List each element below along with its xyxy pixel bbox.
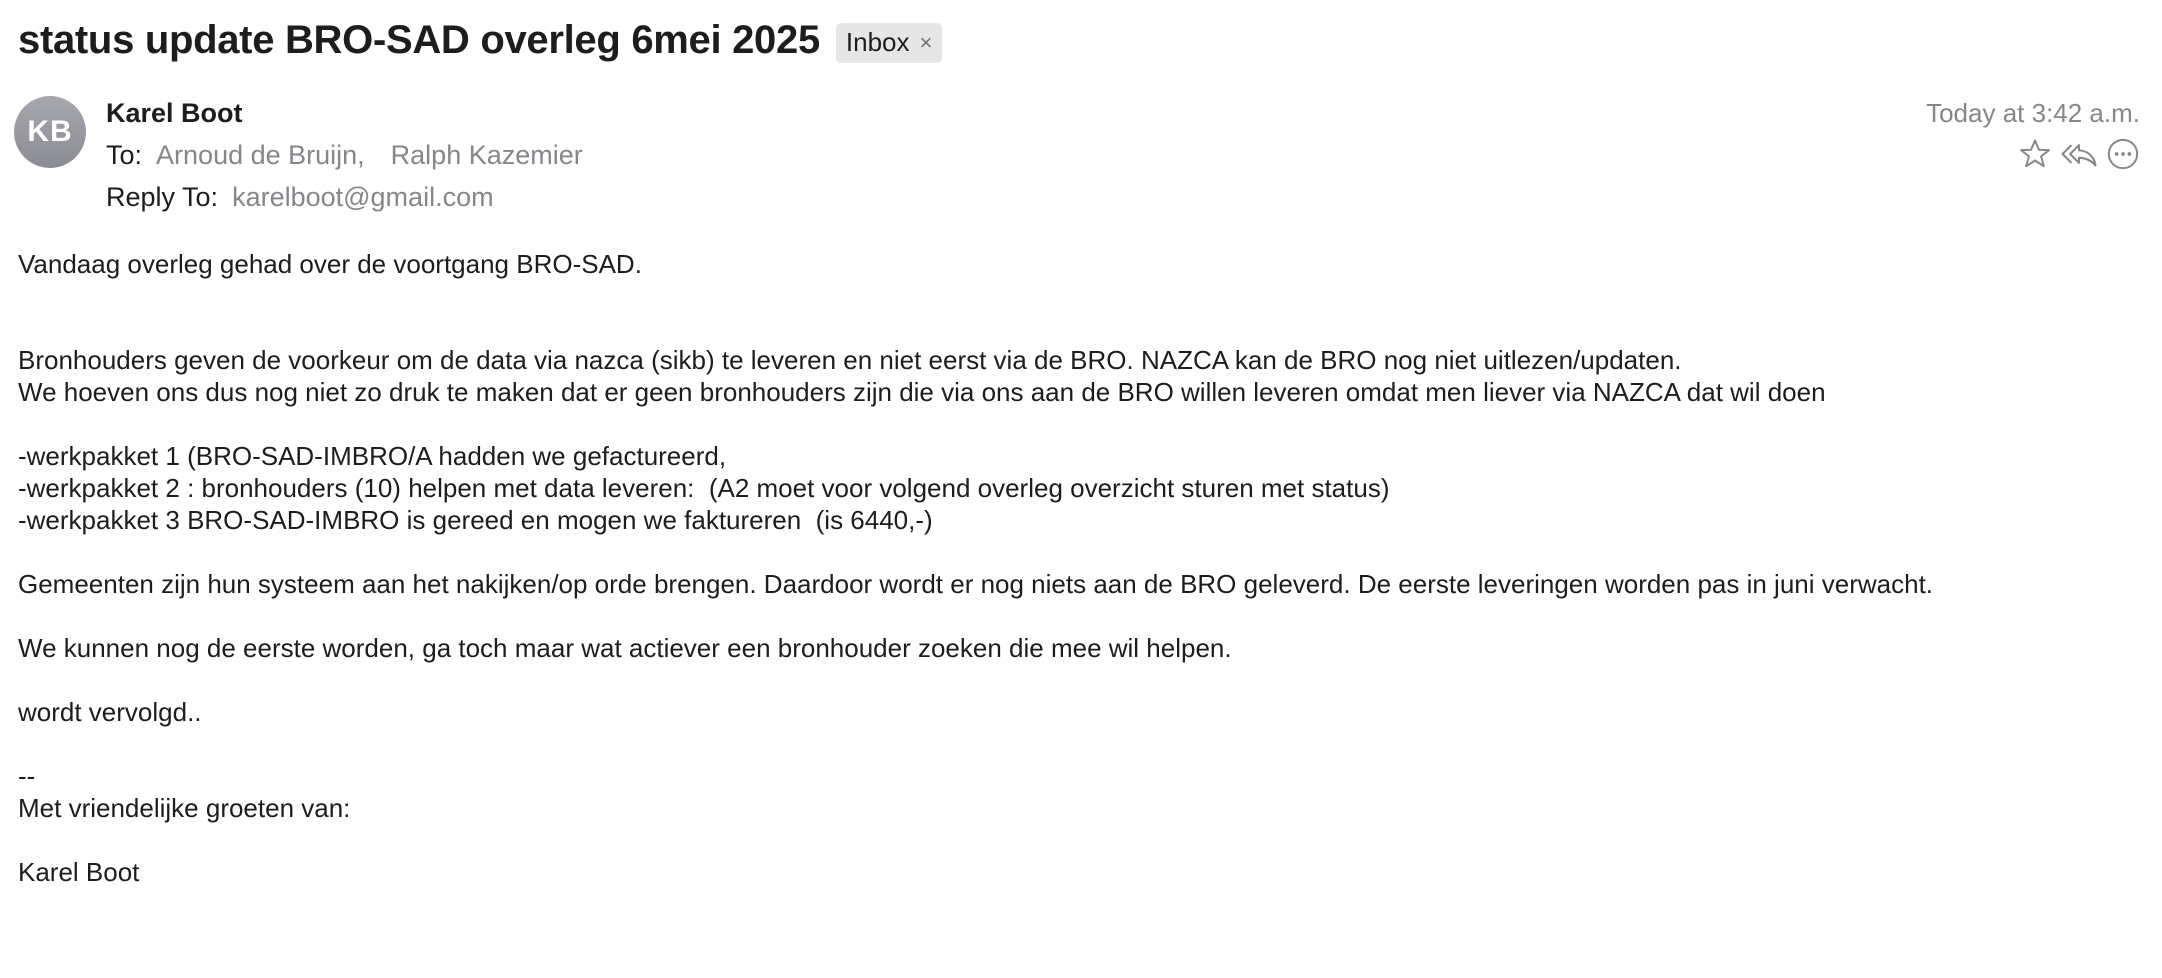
reply-to-address[interactable]: karelboot@gmail.com xyxy=(232,180,494,214)
body-line: We kunnen nog de eerste worden, ga toch … xyxy=(18,633,1232,663)
message-body: Vandaag overleg gehad over de voortgang … xyxy=(18,248,2138,888)
message-date: Today at 3:42 a.m. xyxy=(1926,98,2140,128)
body-line xyxy=(18,664,2138,696)
body-line: We hoeven ons dus nog niet zo druk te ma… xyxy=(18,377,1826,407)
more-icon[interactable] xyxy=(2104,136,2142,172)
recipient[interactable]: Arnoud de Bruijn, xyxy=(156,138,365,172)
to-label: To: xyxy=(106,140,143,170)
body-line: -werkpakket 2 : bronhouders (10) helpen … xyxy=(18,473,1390,503)
message-actions xyxy=(2010,136,2142,172)
subject-row: status update BRO-SAD overleg 6mei 2025 … xyxy=(18,18,943,63)
body-line: Karel Boot xyxy=(18,857,140,887)
body-line xyxy=(18,280,2138,312)
body-line: Gemeenten zijn hun systeem aan het nakij… xyxy=(18,569,1934,599)
body-line xyxy=(18,536,2138,568)
body-line xyxy=(18,408,2138,440)
body-line: Met vriendelijke groeten van: xyxy=(18,793,351,823)
body-line: Vandaag overleg gehad over de voortgang … xyxy=(18,249,642,279)
body-line xyxy=(18,728,2138,760)
recipient[interactable]: Ralph Kazemier xyxy=(391,138,583,172)
body-line: wordt vervolgd.. xyxy=(18,697,202,727)
body-line: -- xyxy=(18,761,36,791)
reply-all-icon[interactable] xyxy=(2060,136,2098,172)
close-icon[interactable]: × xyxy=(920,30,933,56)
body-line: -werkpakket 3 BRO-SAD-IMBRO is gereed en… xyxy=(18,505,933,535)
body-line xyxy=(18,312,2138,344)
body-line: Bronhouders geven de voorkeur om de data… xyxy=(18,345,1682,375)
star-icon[interactable] xyxy=(2016,136,2054,172)
body-line xyxy=(18,600,2138,632)
to-line: To: Arnoud de Bruijn, Ralph Kazemier xyxy=(106,138,609,172)
reply-to-label: Reply To: xyxy=(106,182,219,212)
mailbox-tag[interactable]: Inbox × xyxy=(835,22,943,63)
body-line xyxy=(18,824,2138,856)
sender-name[interactable]: Karel Boot xyxy=(106,96,609,130)
avatar: KB xyxy=(14,96,86,168)
message-header: Karel Boot To: Arnoud de Bruijn, Ralph K… xyxy=(106,96,609,214)
message-subject: status update BRO-SAD overleg 6mei 2025 xyxy=(18,18,820,62)
body-line: -werkpakket 1 (BRO-SAD-IMBRO/A hadden we… xyxy=(18,441,727,471)
reply-to-line: Reply To: karelboot@gmail.com xyxy=(106,180,609,214)
mailbox-tag-label: Inbox xyxy=(845,27,910,57)
mail-message-view: status update BRO-SAD overleg 6mei 2025 … xyxy=(0,0,2162,978)
